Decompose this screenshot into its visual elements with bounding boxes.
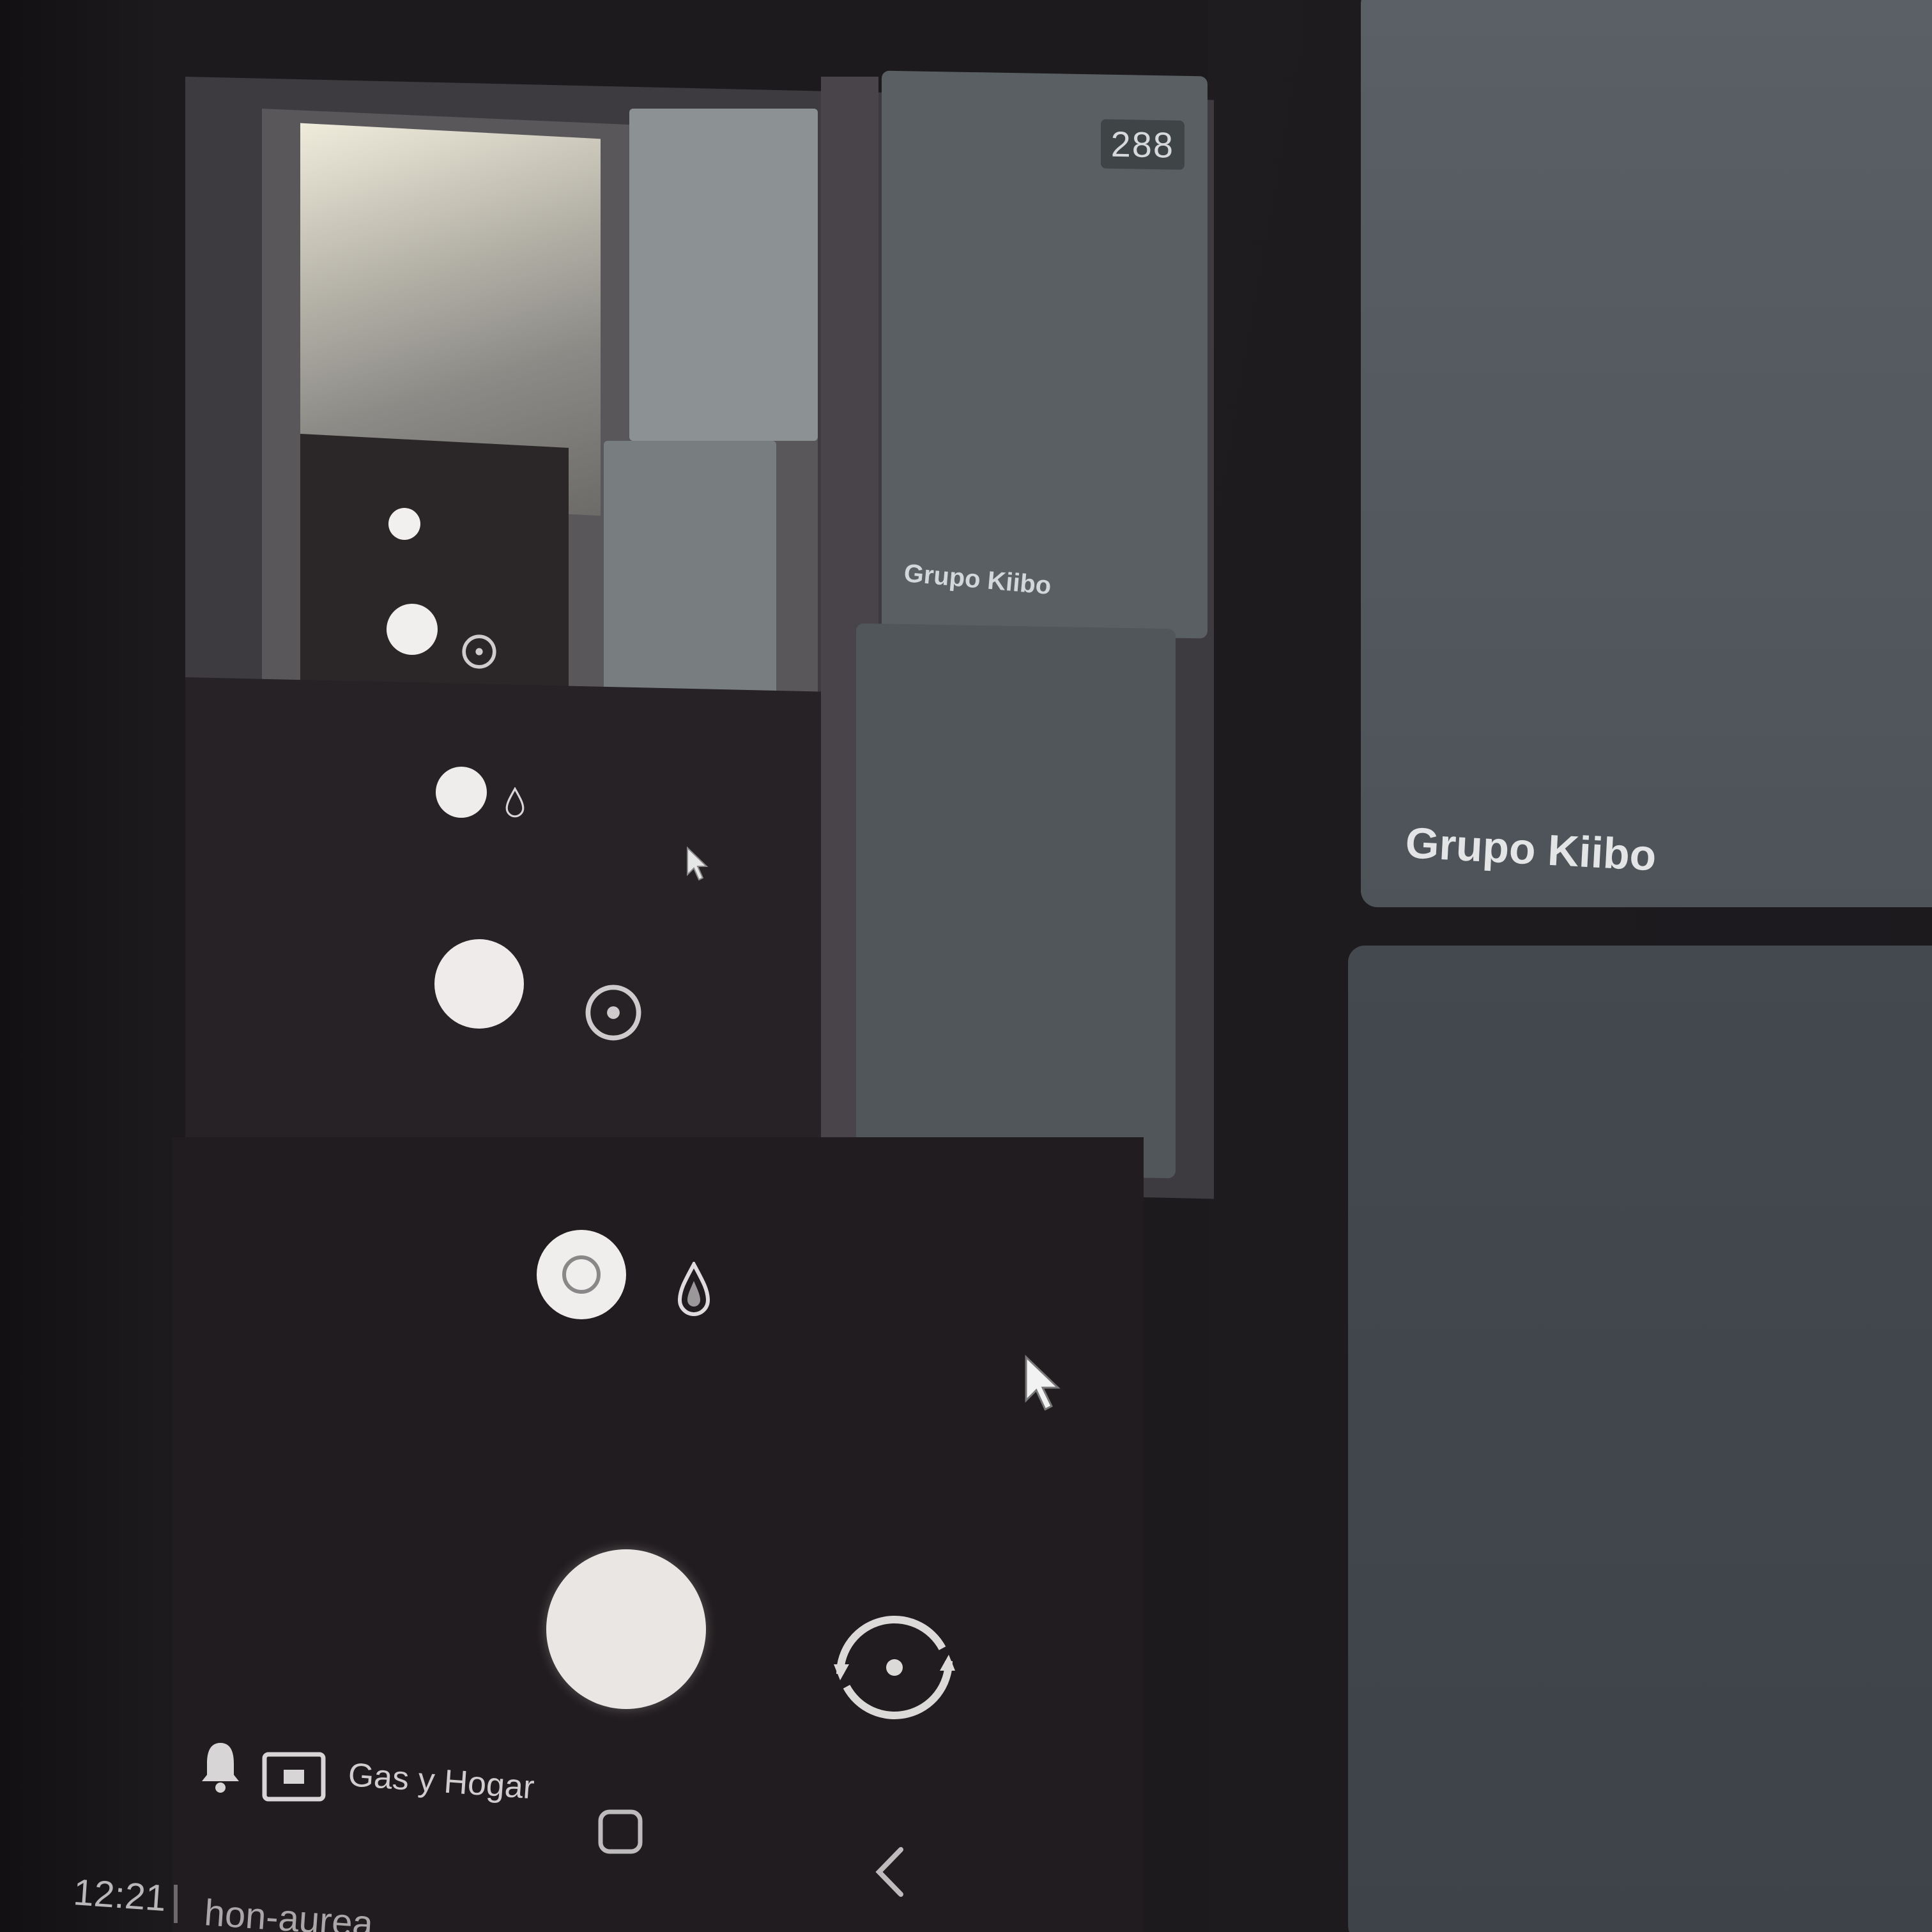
nested-tile-grupo: 288: [882, 70, 1208, 639]
shutter-button[interactable]: [546, 1549, 706, 1709]
back-chevron-icon[interactable]: [869, 1843, 914, 1901]
nested-camera-area: [300, 433, 569, 717]
count-badge: 288: [1100, 119, 1184, 170]
taskbar-time: 12:21: [72, 1871, 168, 1920]
nested-tile-bottom: [856, 623, 1176, 1179]
nested-flip-camera-icon-large: [585, 985, 641, 1041]
bell-icon[interactable]: [198, 1738, 243, 1795]
cursor-icon: [1025, 1354, 1061, 1411]
screen-cast-icon[interactable]: [262, 1752, 326, 1802]
monitor-screen: 288 Grupo Kiibo Grupo Kiibo Gas y Hogar …: [0, 0, 1932, 1932]
nested-camera-area-large: [185, 677, 920, 1180]
nested-drop-icon: [505, 787, 525, 818]
nested-shutter-icon-large: [434, 939, 524, 1029]
drop-icon[interactable]: [675, 1262, 713, 1319]
nested-cursor-icon: [687, 847, 709, 881]
taskbar-separator: [174, 1885, 178, 1923]
tile-grupo-kiibo[interactable]: [1361, 0, 1932, 907]
nested-shutter-icon: [387, 604, 438, 655]
nested-mode-icon: [388, 508, 420, 540]
flip-camera-button[interactable]: [821, 1604, 968, 1731]
tile-empty[interactable]: [1348, 946, 1932, 1932]
camera-mode-button[interactable]: [537, 1230, 626, 1319]
nested-tile-a: [629, 109, 818, 441]
camera-mode-icon: [562, 1255, 601, 1294]
square-icon[interactable]: [595, 1807, 645, 1857]
camera-controls-area: [172, 1137, 1144, 1932]
nested-mode-icon-large: [436, 767, 487, 818]
nested-flip-camera-icon: [462, 634, 496, 669]
left-bezel: [0, 0, 185, 1932]
